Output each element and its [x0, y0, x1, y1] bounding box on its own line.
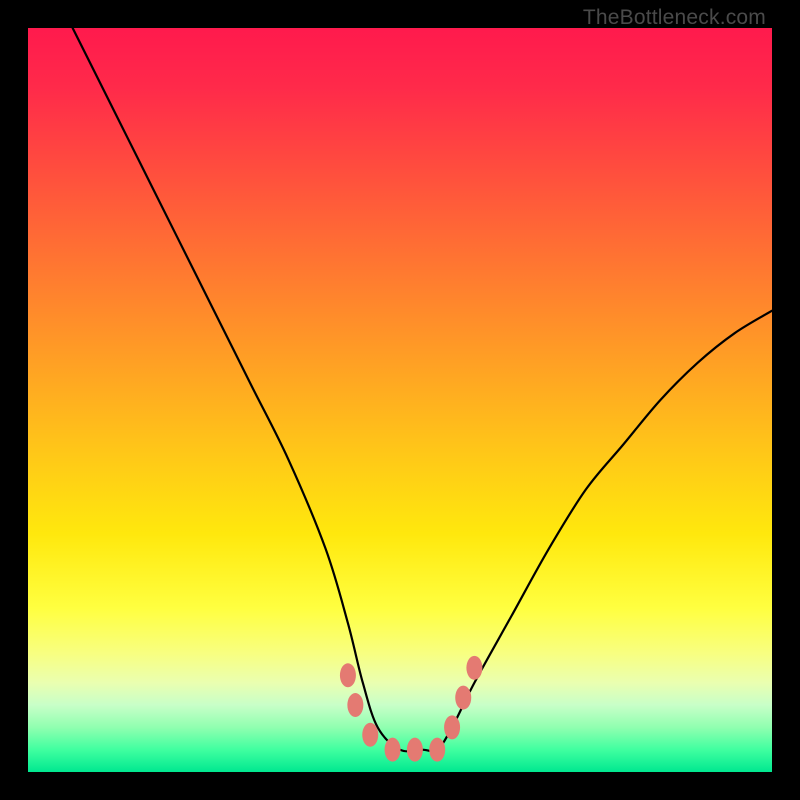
curve-markers	[340, 656, 482, 762]
curve-marker	[362, 723, 378, 747]
curve-marker	[455, 686, 471, 710]
curve-layer	[28, 28, 772, 772]
plot-area	[28, 28, 772, 772]
watermark-text: TheBottleneck.com	[583, 6, 766, 30]
curve-marker	[385, 738, 401, 762]
curve-marker	[466, 656, 482, 680]
curve-marker	[407, 738, 423, 762]
chart-frame: TheBottleneck.com	[0, 0, 800, 800]
curve-marker	[444, 715, 460, 739]
curve-marker	[347, 693, 363, 717]
curve-marker	[429, 738, 445, 762]
bottleneck-curve	[73, 28, 772, 751]
curve-marker	[340, 663, 356, 687]
